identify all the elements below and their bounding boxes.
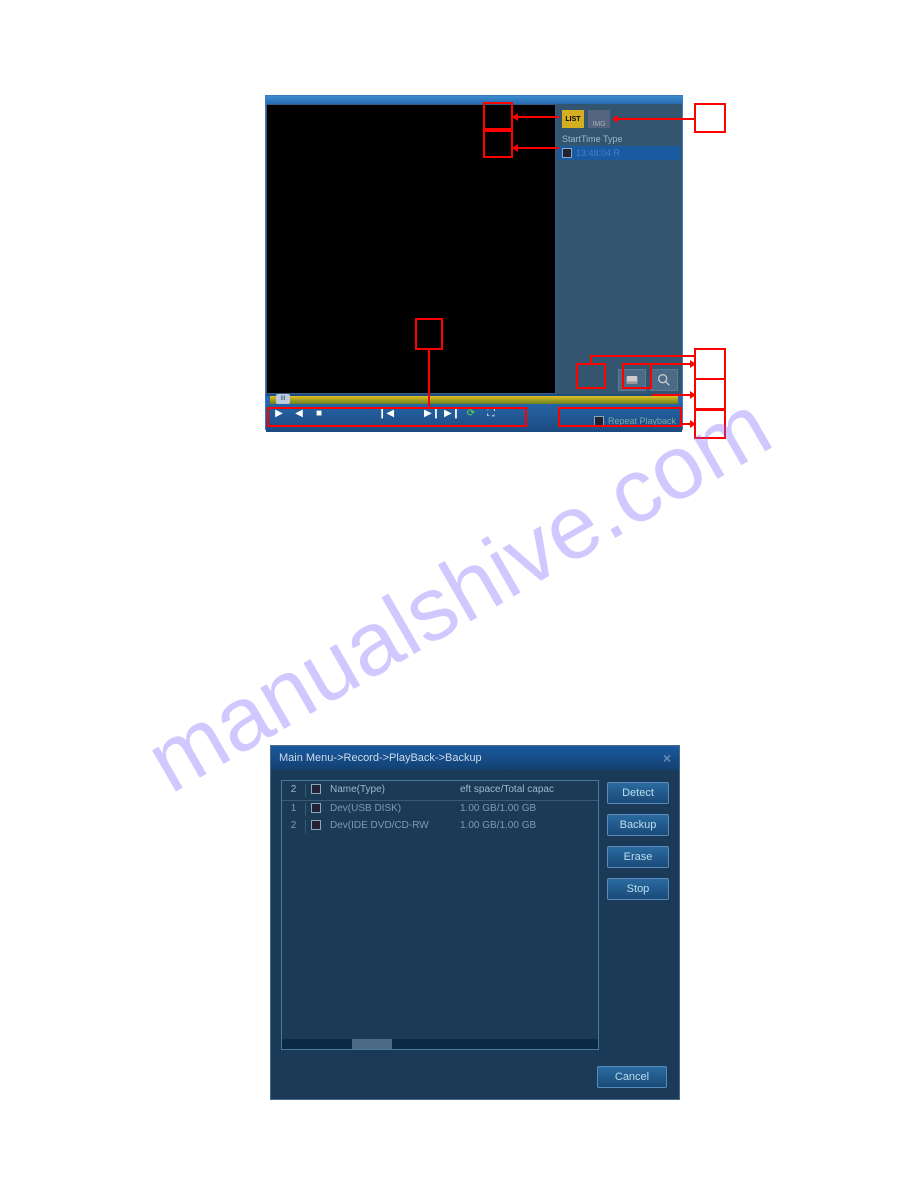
select-all-checkbox[interactable] bbox=[311, 784, 321, 794]
repeat-label: Repeat Playback bbox=[608, 416, 676, 426]
row-checkbox[interactable] bbox=[311, 803, 321, 813]
stop-button[interactable]: ■ bbox=[312, 408, 326, 419]
annotation-box bbox=[694, 103, 726, 133]
row-number: 2 bbox=[282, 820, 306, 833]
annotation-box bbox=[694, 409, 726, 439]
playback-sidebar: LIST IMG StartTime Type 13:48:04 R bbox=[556, 104, 682, 394]
next-file-button[interactable]: ▶❙ bbox=[444, 408, 458, 419]
reverse-button[interactable]: ◀ bbox=[292, 408, 306, 419]
device-table: 2 Name(Type) eft space/Total capac 1 Dev… bbox=[281, 780, 599, 1050]
sidebar-column-header: StartTime Type bbox=[558, 132, 680, 146]
disk-icon[interactable] bbox=[618, 369, 646, 391]
repeat-checkbox[interactable] bbox=[594, 416, 604, 426]
backup-dialog: Main Menu->Record->PlayBack->Backup × 2 … bbox=[270, 745, 680, 1100]
img-icon[interactable]: IMG bbox=[588, 110, 610, 128]
row-number: 1 bbox=[282, 803, 306, 816]
list-icon[interactable]: LIST bbox=[562, 110, 584, 128]
device-name: Dev(IDE DVD/CD-RW bbox=[326, 820, 456, 833]
magnifier-icon[interactable] bbox=[650, 369, 678, 391]
prev-file-button[interactable]: ▶❙ bbox=[424, 408, 438, 419]
prev-frame-button[interactable]: ❙◀ bbox=[378, 408, 392, 419]
playback-timeline[interactable]: III bbox=[270, 396, 678, 404]
stop-button[interactable]: Stop bbox=[607, 878, 669, 900]
annotation-arrow bbox=[682, 423, 694, 425]
detect-button[interactable]: Detect bbox=[607, 782, 669, 804]
horizontal-scrollbar[interactable] bbox=[282, 1039, 598, 1049]
device-space: 1.00 GB/1.00 GB bbox=[456, 803, 598, 816]
space-column-header: eft space/Total capac bbox=[456, 784, 598, 797]
erase-button[interactable]: Erase bbox=[607, 846, 669, 868]
recording-checkbox[interactable] bbox=[562, 148, 572, 158]
video-playback-area[interactable] bbox=[266, 104, 556, 394]
row-checkbox[interactable] bbox=[311, 820, 321, 830]
annotation-box bbox=[694, 378, 726, 410]
recording-list-item[interactable]: 13:48:04 R bbox=[558, 146, 680, 160]
annotation-box bbox=[694, 348, 726, 380]
play-button[interactable]: ▶ bbox=[272, 408, 286, 419]
playback-controls-bar: III ▶ ◀ ■ ❙◀ ▶❙ ▶❙ ⟳ ⛶ Repeat Playback bbox=[266, 396, 682, 432]
backup-button[interactable]: Backup bbox=[607, 814, 669, 836]
fullscreen-button[interactable]: ⛶ bbox=[484, 408, 498, 419]
name-column-header: Name(Type) bbox=[326, 784, 456, 797]
backup-titlebar: Main Menu->Record->PlayBack->Backup × bbox=[271, 746, 679, 770]
table-row[interactable]: 2 Dev(IDE DVD/CD-RW 1.00 GB/1.00 GB bbox=[282, 818, 598, 835]
recording-time-label: 13:48:04 R bbox=[576, 148, 620, 158]
scrollbar-thumb[interactable] bbox=[352, 1039, 392, 1049]
table-header: 2 Name(Type) eft space/Total capac bbox=[282, 781, 598, 801]
loop-button[interactable]: ⟳ bbox=[464, 408, 478, 419]
playback-titlebar bbox=[266, 96, 682, 104]
table-row[interactable]: 1 Dev(USB DISK) 1.00 GB/1.00 GB bbox=[282, 801, 598, 818]
close-icon[interactable]: × bbox=[663, 750, 671, 766]
device-name: Dev(USB DISK) bbox=[326, 803, 456, 816]
count-header: 2 bbox=[282, 784, 306, 797]
playback-window: LIST IMG StartTime Type 13:48:04 R bbox=[265, 95, 683, 430]
cancel-button[interactable]: Cancel bbox=[597, 1066, 667, 1088]
device-space: 1.00 GB/1.00 GB bbox=[456, 820, 598, 833]
timeline-handle[interactable]: III bbox=[276, 394, 290, 404]
backup-title: Main Menu->Record->PlayBack->Backup bbox=[279, 752, 482, 764]
